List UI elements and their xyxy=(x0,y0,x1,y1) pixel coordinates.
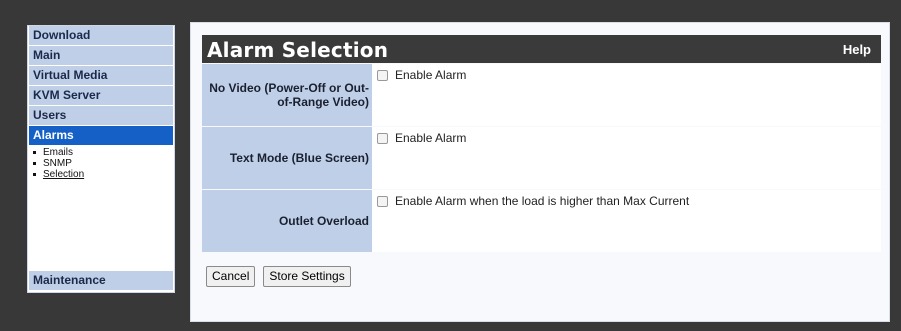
row-label-line: Outlet Overload xyxy=(278,214,369,228)
cancel-button[interactable]: Cancel xyxy=(206,266,256,287)
alarm-row-outlet-overload: Outlet Overload Enable Alarm when the lo… xyxy=(202,190,881,252)
outlet-overload-alarm-checkbox[interactable] xyxy=(377,196,388,207)
row-label: No Video (Power-Off or Out- of-Range Vid… xyxy=(202,64,372,126)
page-title: Alarm Selection xyxy=(207,38,389,62)
row-value: Enable Alarm xyxy=(372,64,881,126)
sidebar-nav: Download Main Virtual Media KVM Server U… xyxy=(27,25,175,293)
subnav-selection[interactable]: Selection xyxy=(32,169,174,180)
no-video-alarm-checkbox[interactable] xyxy=(377,70,388,81)
nav-main[interactable]: Main xyxy=(29,46,173,65)
nav-download[interactable]: Download xyxy=(29,26,173,45)
text-mode-alarm-checkbox[interactable] xyxy=(377,133,388,144)
alarm-settings-table: No Video (Power-Off or Out- of-Range Vid… xyxy=(202,64,881,253)
section-header: Alarm Selection Help xyxy=(202,35,881,63)
nav-kvm-server[interactable]: KVM Server xyxy=(29,86,173,105)
checkbox-label: Enable Alarm xyxy=(395,68,467,82)
alarm-row-text-mode: Text Mode (Blue Screen) Enable Alarm xyxy=(202,127,881,189)
row-label-line: of-Range Video) xyxy=(277,95,369,109)
subnav-emails-label: Emails xyxy=(43,147,74,158)
help-link[interactable]: Help xyxy=(843,42,871,57)
checkbox-label: Enable Alarm xyxy=(395,131,467,145)
alarms-subnav: Emails SNMP Selection xyxy=(28,146,174,180)
row-value: Enable Alarm xyxy=(372,127,881,189)
store-settings-button[interactable]: Store Settings xyxy=(263,266,351,287)
row-value: Enable Alarm when the load is higher tha… xyxy=(372,190,881,252)
action-buttons: Cancel Store Settings xyxy=(206,266,359,287)
checkbox-label: Enable Alarm when the load is higher tha… xyxy=(395,194,690,208)
subnav-emails[interactable]: Emails xyxy=(32,147,174,158)
nav-alarms[interactable]: Alarms xyxy=(29,126,173,145)
row-label-line: Text Mode (Blue Screen) xyxy=(229,151,369,165)
nav-users[interactable]: Users xyxy=(29,106,173,125)
row-label-line: No Video (Power-Off or Out- xyxy=(209,81,369,95)
subnav-snmp-label: SNMP xyxy=(43,158,72,169)
main-panel: Alarm Selection Help No Video (Power-Off… xyxy=(190,22,890,322)
row-label: Text Mode (Blue Screen) xyxy=(202,127,372,189)
nav-virtual-media[interactable]: Virtual Media xyxy=(29,66,173,85)
row-label: Outlet Overload xyxy=(202,190,372,252)
subnav-selection-label: Selection xyxy=(43,169,85,180)
alarm-row-no-video: No Video (Power-Off or Out- of-Range Vid… xyxy=(202,64,881,126)
nav-maintenance[interactable]: Maintenance xyxy=(29,271,173,290)
subnav-snmp[interactable]: SNMP xyxy=(32,158,174,169)
